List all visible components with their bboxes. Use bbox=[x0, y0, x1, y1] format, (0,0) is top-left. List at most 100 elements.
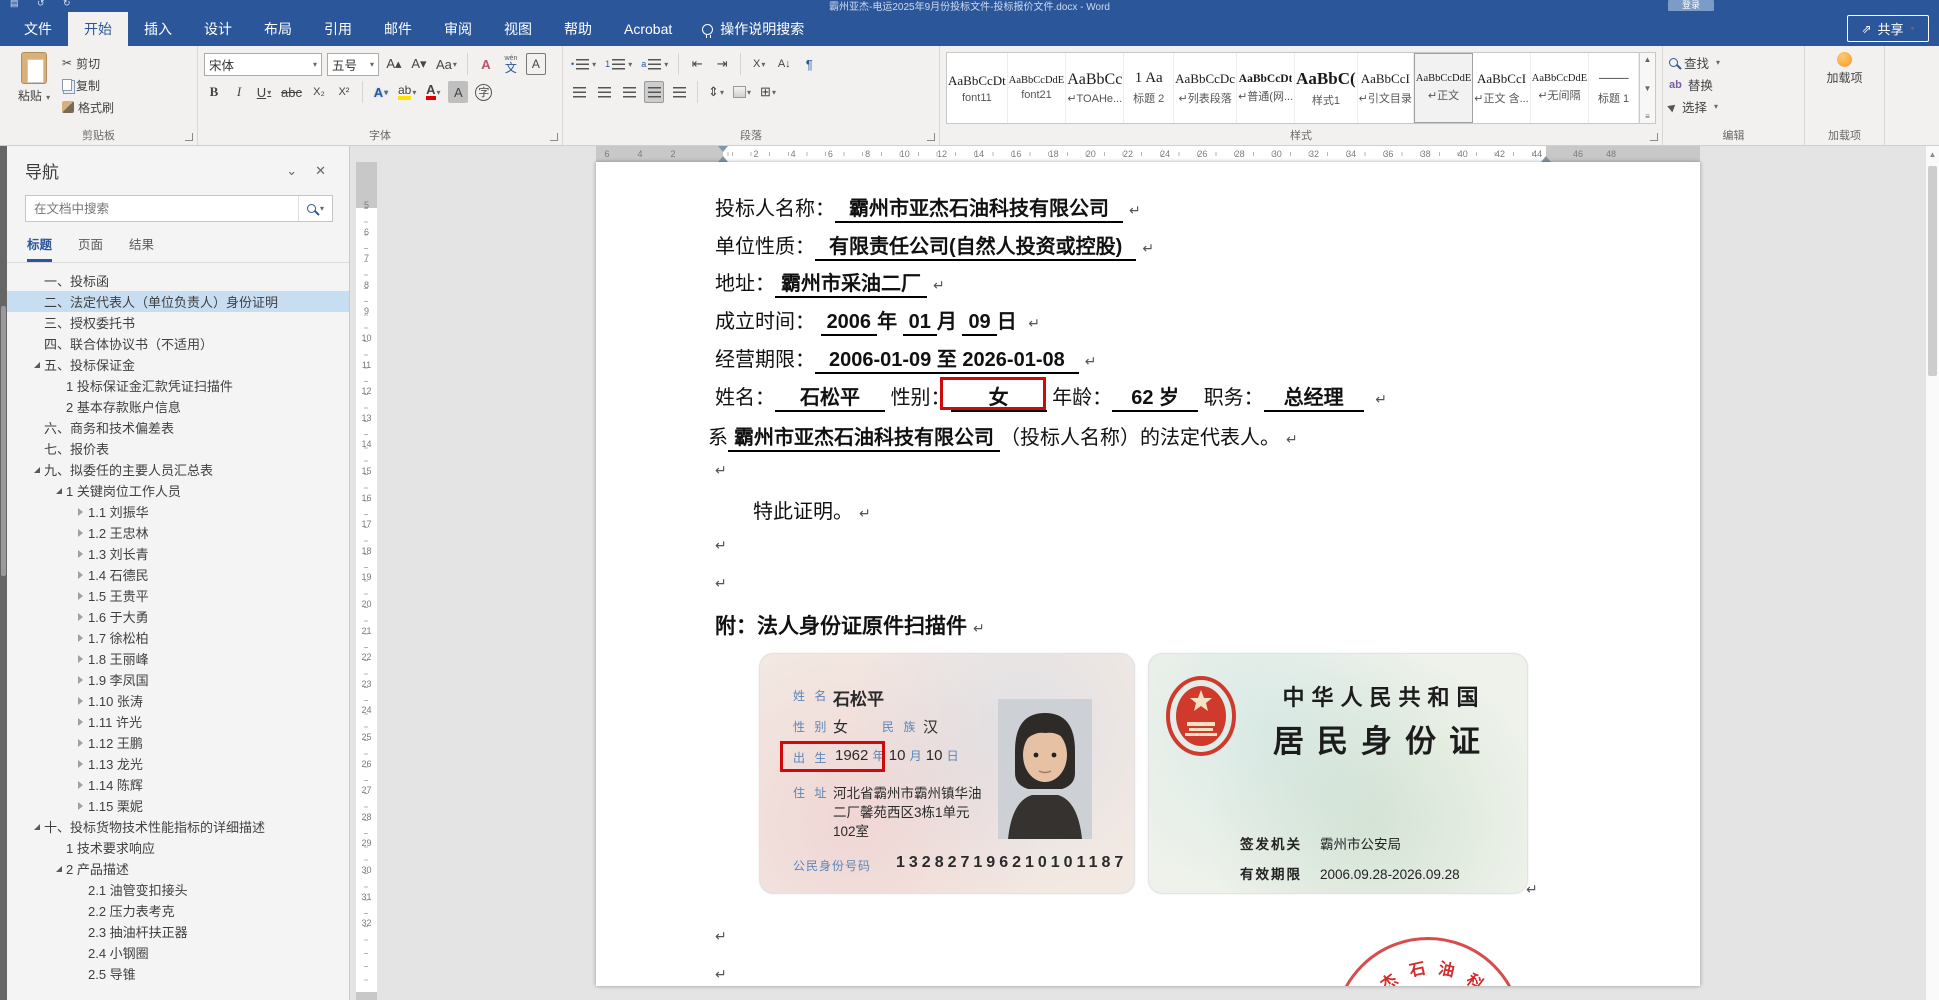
style-样式1[interactable]: AaBbC(样式1 bbox=[1295, 53, 1358, 123]
format-painter-button[interactable]: 格式刷 bbox=[62, 97, 114, 117]
nav-heading-item[interactable]: 二、法定代表人（单位负责人）身份证明 bbox=[7, 291, 349, 312]
nav-heading-item[interactable]: 2.2 压力表考克 bbox=[7, 900, 349, 921]
cut-button[interactable]: ✂ 剪切 bbox=[62, 53, 114, 73]
strikethrough-button[interactable]: abc bbox=[279, 81, 304, 103]
phonetic-guide-button[interactable]: wén 文 bbox=[501, 53, 521, 75]
tab-开始[interactable]: 开始 bbox=[68, 12, 128, 46]
expand-triangle-icon[interactable] bbox=[73, 717, 88, 726]
tab-视图[interactable]: 视图 bbox=[488, 12, 548, 46]
tell-me-search[interactable]: 操作说明搜索 bbox=[688, 12, 818, 46]
italic-button[interactable]: I bbox=[229, 81, 249, 103]
expand-triangle-icon[interactable] bbox=[73, 654, 88, 663]
tab-插入[interactable]: 插入 bbox=[128, 12, 188, 46]
expand-triangle-icon[interactable] bbox=[73, 507, 88, 516]
nav-pane-close-icon[interactable]: ✕ bbox=[306, 163, 335, 179]
shading-button[interactable]: ▾ bbox=[731, 81, 753, 103]
style-font11[interactable]: AaBbCcDt font11 bbox=[947, 53, 1008, 123]
empty-line[interactable]: ↵ bbox=[715, 458, 727, 481]
expand-triangle-icon[interactable] bbox=[73, 528, 88, 537]
nav-heading-item[interactable]: 1.8 王丽峰 bbox=[7, 648, 349, 669]
nav-heading-item[interactable]: 1 投标保证金汇款凭证扫描件 bbox=[7, 375, 349, 396]
style-无间隔[interactable]: AaBbCcDdE ↵无间隔 bbox=[1531, 53, 1590, 123]
scrollbar-thumb[interactable] bbox=[1928, 166, 1937, 376]
nav-heading-item[interactable]: 2.4 小钢圈 bbox=[7, 942, 349, 963]
tab-file[interactable]: 文件 bbox=[8, 12, 68, 46]
collapse-triangle-icon[interactable] bbox=[29, 823, 44, 830]
left-scrollbar[interactable] bbox=[0, 146, 7, 1000]
document-page[interactable]: 投标人名称： 霸州市亚杰石油科技有限公司 ↵ 单位性质： 有限责任公司(自然人投资或控… bbox=[596, 162, 1700, 986]
expand-triangle-icon[interactable] bbox=[73, 612, 88, 621]
paragraph-dialog-launcher[interactable] bbox=[927, 133, 935, 141]
nav-heading-item[interactable]: 1.10 张涛 bbox=[7, 690, 349, 711]
find-button[interactable]: 查找 ▾ bbox=[1669, 52, 1798, 73]
representative-line[interactable]: 系霸州市亚杰石油科技有限公司 （投标人名称）的法定代表人。 ↵ bbox=[708, 421, 1298, 452]
nav-heading-item[interactable]: 五、投标保证金 bbox=[7, 354, 349, 375]
style-正文含[interactable]: AaBbCcI ↵正文 含... bbox=[1473, 53, 1531, 123]
character-shading-button[interactable]: A bbox=[448, 81, 469, 103]
justify-button[interactable] bbox=[644, 81, 664, 103]
empty-line[interactable]: ↵ bbox=[715, 924, 727, 947]
align-left-button[interactable] bbox=[569, 81, 589, 103]
tab-设计[interactable]: 设计 bbox=[188, 12, 248, 46]
multilevel-list-button[interactable]: a ▾ bbox=[639, 53, 670, 75]
login-button[interactable]: 登录 bbox=[1668, 0, 1714, 11]
nav-heading-item[interactable]: 1.12 王鹏 bbox=[7, 732, 349, 753]
id-card-back-image[interactable]: 中华人民共和国 居民身份证 签发机关 霸州市公安局 有效期限 2006.09.28-… bbox=[1149, 654, 1527, 893]
nav-heading-item[interactable]: 1.15 栗妮 bbox=[7, 795, 349, 816]
nav-heading-item[interactable]: 十、投标货物技术性能指标的详细描述 bbox=[7, 816, 349, 837]
clear-formatting-button[interactable]: A bbox=[476, 53, 496, 75]
collapse-triangle-icon[interactable] bbox=[29, 361, 44, 368]
change-case-button[interactable]: Aa ▾ bbox=[434, 53, 459, 75]
font-dialog-launcher[interactable] bbox=[550, 133, 558, 141]
align-right-button[interactable] bbox=[619, 81, 639, 103]
nav-heading-item[interactable]: 1.6 于大勇 bbox=[7, 606, 349, 627]
attachment-heading[interactable]: 附：法人身份证原件扫描件 ↵ bbox=[715, 610, 985, 640]
align-center-button[interactable] bbox=[594, 81, 614, 103]
clipboard-dialog-launcher[interactable] bbox=[185, 133, 193, 141]
nav-heading-item[interactable]: 1.1 刘振华 bbox=[7, 501, 349, 522]
expand-triangle-icon[interactable] bbox=[73, 549, 88, 558]
nav-pane-options[interactable]: ⌄ bbox=[277, 163, 306, 179]
nav-heading-item[interactable]: 2.5 导锥 bbox=[7, 963, 349, 984]
font-size-combo[interactable]: 五号 ▾ bbox=[327, 52, 379, 76]
share-button[interactable]: ⇗ 共享 ▾ bbox=[1847, 15, 1929, 42]
nav-heading-item[interactable]: 1.13 龙光 bbox=[7, 753, 349, 774]
nav-heading-item[interactable]: 1.5 王贵平 bbox=[7, 585, 349, 606]
highlight-color-button[interactable]: ab bbox=[397, 84, 412, 100]
tab-Acrobat[interactable]: Acrobat bbox=[608, 12, 688, 46]
bullets-button[interactable]: • ▾ bbox=[569, 53, 598, 75]
enclose-characters-button[interactable]: 字 bbox=[475, 83, 493, 101]
paste-button[interactable]: 粘贴 ▾ bbox=[6, 50, 62, 127]
search-dropdown[interactable]: ▾ bbox=[297, 196, 332, 221]
distribute-button[interactable] bbox=[669, 81, 689, 103]
replace-button[interactable]: ab 替换 bbox=[1669, 74, 1798, 95]
nav-heading-item[interactable]: 1.14 陈辉 bbox=[7, 774, 349, 795]
nav-heading-item[interactable]: 1.7 徐松柏 bbox=[7, 627, 349, 648]
select-button[interactable]: 选择 ▾ bbox=[1667, 96, 1798, 117]
nav-heading-item[interactable]: 2.3 抽油杆扶正器 bbox=[7, 921, 349, 942]
unit-type-line[interactable]: 单位性质： 有限责任公司(自然人投资或控股) ↵ bbox=[715, 230, 1154, 261]
nav-tab-结果[interactable]: 结果 bbox=[129, 234, 154, 262]
show-hide-marks-button[interactable]: ¶ bbox=[799, 53, 819, 75]
scroll-up-icon[interactable]: ▲ bbox=[1926, 146, 1939, 159]
collapse-triangle-icon[interactable] bbox=[51, 865, 66, 872]
bidder-name-line[interactable]: 投标人名称： 霸州市亚杰石油科技有限公司 ↵ bbox=[715, 192, 1141, 223]
borders-button[interactable]: ⊞ ▾ bbox=[758, 81, 778, 103]
shrink-font-button[interactable]: A▾ bbox=[409, 53, 429, 75]
subscript-button[interactable]: X₂ bbox=[309, 81, 329, 103]
style-font21[interactable]: AaBbCcDdE font21 bbox=[1008, 53, 1067, 123]
tab-引用[interactable]: 引用 bbox=[308, 12, 368, 46]
expand-triangle-icon[interactable] bbox=[73, 759, 88, 768]
nav-heading-item[interactable]: 1 技术要求响应 bbox=[7, 837, 349, 858]
nav-heading-item[interactable]: 1.11 许光 bbox=[7, 711, 349, 732]
style-正文[interactable]: AaBbCcDdE ↵正文 bbox=[1413, 53, 1474, 123]
font-name-combo[interactable]: 宋体 ▾ bbox=[204, 52, 322, 76]
addin-button[interactable]: 加载项 bbox=[1825, 71, 1865, 86]
style-引文目录[interactable]: AaBbCcI ↵引文目录 bbox=[1358, 53, 1414, 123]
nav-heading-item[interactable]: 2 基本存款账户信息 bbox=[7, 396, 349, 417]
quick-access-toolbar[interactable]: ▤ ↺ ↻ bbox=[10, 0, 79, 9]
tab-审阅[interactable]: 审阅 bbox=[428, 12, 488, 46]
expand-triangle-icon[interactable] bbox=[73, 780, 88, 789]
superscript-button[interactable]: X² bbox=[334, 81, 354, 103]
empty-line[interactable]: ↵ bbox=[715, 571, 727, 594]
